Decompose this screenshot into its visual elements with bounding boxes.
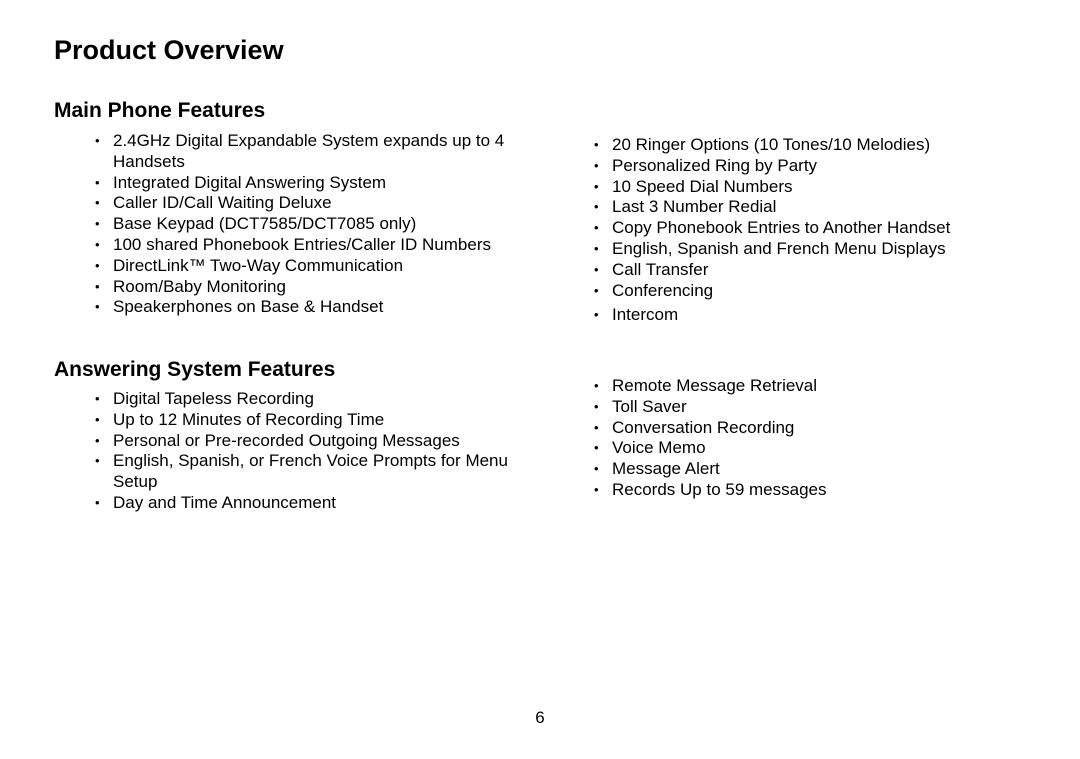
list-item: Remote Message Retrieval — [594, 376, 1014, 397]
list-item: Personalized Ring by Party — [594, 156, 1014, 177]
list-item: Toll Saver — [594, 397, 1014, 418]
list-item: 20 Ringer Options (10 Tones/10 Melodies) — [594, 135, 1014, 156]
list-item: Records Up to 59 messages — [594, 480, 1014, 501]
list-item: Last 3 Number Redial — [594, 197, 1014, 218]
list-item: 100 shared Phonebook Entries/Caller ID N… — [95, 235, 525, 256]
list-item: Personal or Pre-recorded Outgoing Messag… — [95, 431, 525, 452]
main-phone-features-right-list: 20 Ringer Options (10 Tones/10 Melodies)… — [594, 135, 1014, 326]
list-item: Digital Tapeless Recording — [95, 389, 525, 410]
list-item: Call Transfer — [594, 260, 1014, 281]
list-item: DirectLink™ Two-Way Communication — [95, 256, 525, 277]
page-title: Product Overview — [54, 35, 284, 65]
list-item: Voice Memo — [594, 438, 1014, 459]
list-item: Intercom — [594, 305, 1014, 326]
list-item: Copy Phonebook Entries to Another Handse… — [594, 218, 1014, 239]
list-item: Room/Baby Monitoring — [95, 277, 525, 298]
list-item: 10 Speed Dial Numbers — [594, 177, 1014, 198]
list-item: Conversation Recording — [594, 418, 1014, 439]
answering-features-right-list: Remote Message Retrieval Toll Saver Conv… — [594, 376, 1014, 501]
list-item: Speakerphones on Base & Handset — [95, 297, 525, 318]
list-item: Integrated Digital Answering System — [95, 173, 525, 194]
list-item: Caller ID/Call Waiting Deluxe — [95, 193, 525, 214]
list-item: Message Alert — [594, 459, 1014, 480]
list-item: Day and Time Announcement — [95, 493, 525, 514]
answering-system-features-heading: Answering System Features — [54, 358, 336, 381]
list-item: Base Keypad (DCT7585/DCT7085 only) — [95, 214, 525, 235]
answering-features-left-list: Digital Tapeless Recording Up to 12 Minu… — [95, 389, 525, 514]
list-item: English, Spanish, or French Voice Prompt… — [95, 451, 525, 493]
list-item: English, Spanish and French Menu Display… — [594, 239, 1014, 260]
page-number: 6 — [535, 708, 545, 727]
list-item: Up to 12 Minutes of Recording Time — [95, 410, 525, 431]
list-item: 2.4GHz Digital Expandable System expands… — [95, 131, 525, 173]
main-phone-features-heading: Main Phone Features — [54, 99, 266, 122]
main-phone-features-left-list: 2.4GHz Digital Expandable System expands… — [95, 131, 525, 318]
list-item: Conferencing — [594, 281, 1014, 302]
